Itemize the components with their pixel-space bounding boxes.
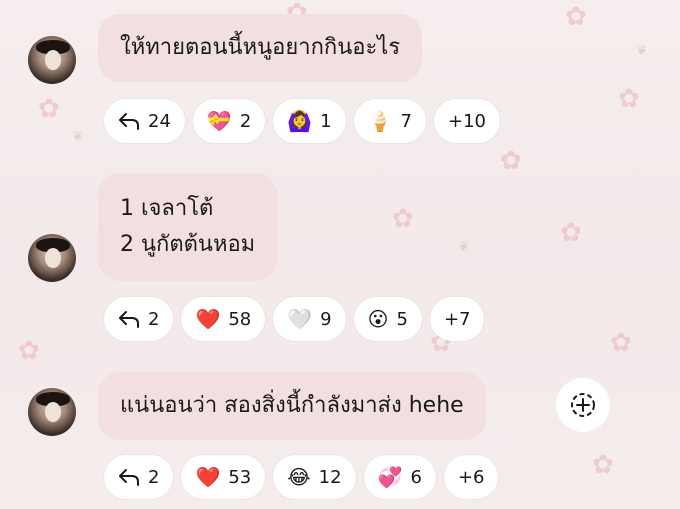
reply-count: 2 [148,308,160,330]
reaction-pill[interactable]: ❤️ 53 [181,455,266,499]
flower-decoration: ✿ [560,218,582,248]
reaction-count: 2 [239,110,252,132]
revolving-hearts-icon: 💞 [377,465,403,489]
person-gesturing-ok-icon: 🙆‍♀️ [287,109,313,133]
ice-cream-icon: 🍦 [367,109,393,133]
message-text-line: 1 เจลาโต้ [120,196,214,221]
reaction-count: 7 [400,110,412,132]
white-heart-icon: 🤍 [287,307,313,331]
message-text: แน่นอนว่า สองสิ่งนี้กำลังมาส่ง hehe [120,393,464,418]
reply-button[interactable]: 24 [104,99,185,143]
avatar[interactable] [28,36,76,84]
reply-button[interactable]: 2 [104,455,174,499]
more-reactions-count: +7 [443,308,471,330]
avatar[interactable] [28,388,76,436]
flower-decoration: ✿ [610,328,632,358]
avatar-face [45,402,61,422]
reaction-pill[interactable]: 🤍 9 [273,297,346,341]
more-reactions-count: +6 [457,466,485,488]
reaction-pill[interactable]: 💞 6 [363,455,436,499]
reply-count: 2 [148,466,160,488]
reaction-count: 9 [320,308,332,330]
reaction-count: 5 [396,308,408,330]
reply-count: 24 [148,110,171,132]
heart-gift-icon: 💝 [206,109,232,133]
avatar-face [45,50,61,70]
reaction-count: 58 [228,308,252,330]
avatar[interactable] [28,234,76,282]
surprised-face-icon: 😮 [367,307,389,331]
message-bubble[interactable]: ให้ทายตอนนี้หนูอยากกินอะไร [98,14,423,82]
leaf-decoration: ❦ [72,129,84,145]
more-reactions-button[interactable]: +6 [443,455,499,499]
reaction-pill[interactable]: ❤️ 58 [181,297,266,341]
message-bubble[interactable]: แน่นอนว่า สองสิ่งนี้กำลังมาส่ง hehe [98,372,486,440]
reaction-bar: 2 ❤️ 53 😂 12 💞 6 +6 [104,455,499,499]
message-bubble[interactable]: 1 เจลาโต้ 2 นูกัตต้นหอม [98,173,278,281]
reply-icon [119,311,139,328]
more-reactions-button[interactable]: +7 [429,297,485,341]
message-text: ให้ทายตอนนี้หนูอยากกินอะไร [120,35,401,60]
flower-decoration: ✿ [500,146,522,176]
reaction-pill[interactable]: 😮 5 [353,297,422,341]
reply-button[interactable]: 2 [104,297,174,341]
red-heart-icon: ❤️ [195,465,221,489]
more-reactions-button[interactable]: +10 [433,99,500,143]
reaction-pill[interactable]: 😂 12 [273,455,356,499]
reaction-count: 1 [320,110,332,132]
add-reaction-icon [571,393,595,417]
more-reactions-count: +10 [447,110,486,132]
reply-icon [119,469,139,486]
reaction-pill[interactable]: 🍦 7 [353,99,426,143]
flower-decoration: ✿ [392,204,414,234]
reaction-count: 12 [318,466,342,488]
reaction-count: 6 [410,466,422,488]
flower-decoration: ✿ [18,336,40,366]
reaction-bar: 24 💝 2 🙆‍♀️ 1 🍦 7 +10 [104,99,500,143]
tears-of-joy-icon: 😂 [287,465,311,489]
avatar-face [45,248,61,268]
reply-icon [119,113,139,130]
leaf-decoration: ❦ [458,239,470,255]
flower-decoration: ✿ [565,2,587,32]
red-heart-icon: ❤️ [195,307,221,331]
reaction-pill[interactable]: 🙆‍♀️ 1 [273,99,346,143]
flower-decoration: ✿ [38,94,60,124]
reaction-bar: 2 ❤️ 58 🤍 9 😮 5 +7 [104,297,485,341]
leaf-decoration: ❦ [636,43,648,59]
flower-decoration: ✿ [618,84,640,114]
reaction-pill[interactable]: 💝 2 [192,99,266,143]
flower-decoration: ✿ [592,450,614,480]
add-reaction-button[interactable] [556,378,610,432]
reaction-count: 53 [228,466,252,488]
message-text-line: 2 นูกัตต้นหอม [120,232,256,257]
